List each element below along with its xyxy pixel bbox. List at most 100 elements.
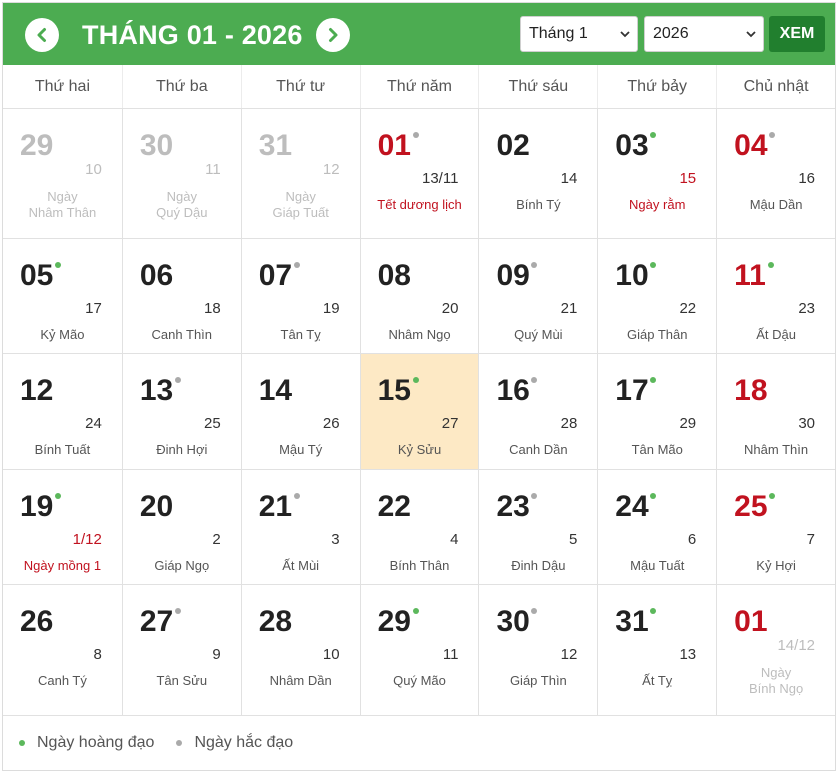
- day-cell[interactable]: 12 24 Bính Tuất: [3, 354, 122, 469]
- next-month-button[interactable]: [316, 18, 350, 52]
- good-day-dot-icon: [769, 493, 776, 499]
- month-select[interactable]: Tháng 1: [520, 16, 638, 52]
- day-cell[interactable]: 16 28 Canh Dần: [478, 354, 597, 469]
- lunar-day: 18: [204, 300, 221, 317]
- day-cell[interactable]: 20 2 Giáp Ngọ: [121, 470, 241, 584]
- bad-day-dot-icon: [412, 132, 419, 138]
- day-cell[interactable]: 14 26 Mậu Tý: [240, 354, 360, 469]
- day-canchi: Nhâm Ngọ: [388, 327, 451, 342]
- lunar-day: 2: [212, 531, 221, 548]
- solar-day-number: 09: [496, 259, 530, 292]
- legend-good-label: Ngày hoàng đạo: [37, 734, 155, 751]
- year-select-value: 2026: [653, 25, 689, 42]
- day-cell[interactable]: 31 12 Ngày Giáp Tuất: [240, 109, 360, 238]
- good-day-dot-icon: [650, 132, 657, 138]
- bad-day-dot-icon: [293, 493, 300, 499]
- lunar-day: 8: [93, 646, 102, 663]
- day-canchi: Bính Tý: [516, 197, 561, 212]
- solar-day-number: 05: [20, 259, 54, 292]
- week-row: 29 10 Ngày Nhâm Thân 30 11 Ngày Quý Dậu 31 12 Ng…: [3, 109, 835, 239]
- lunar-day: 19: [322, 300, 340, 317]
- day-cell[interactable]: 05 17 Kỷ Mão: [3, 239, 122, 353]
- lunar-day: 6: [687, 531, 697, 548]
- day-cell[interactable]: 21 3 Ất Mùi: [240, 470, 360, 584]
- day-canchi: Ngày rằm: [629, 197, 686, 212]
- day-cell[interactable]: 27 9 Tân Sửu: [121, 585, 241, 715]
- day-cell[interactable]: 18 30 Nhâm Thìn: [716, 354, 835, 469]
- solar-day-number: 01: [377, 129, 411, 162]
- day-cell[interactable]: 24 6 Mậu Tuất: [597, 470, 716, 584]
- solar-day-number: 11: [734, 259, 766, 292]
- day-cell[interactable]: 02 14 Bính Tý: [478, 109, 597, 238]
- month-select-value: Tháng 1: [529, 25, 588, 42]
- day-canchi: Ất Mùi: [282, 558, 320, 573]
- lunar-day: 24: [85, 415, 102, 432]
- calendar-header: THÁNG 01 - 2026 Tháng 1 2026 XEM: [3, 3, 835, 65]
- legend: Ngày hoàng đạo Ngày hắc đạo: [3, 716, 835, 770]
- good-day-dot-icon: [650, 608, 657, 614]
- page-title: THÁNG 01 - 2026: [82, 20, 303, 50]
- day-cell[interactable]: 17 29 Tân Mão: [597, 354, 716, 469]
- day-cell[interactable]: 19 1/12 Ngày mồng 1: [3, 470, 122, 584]
- day-canchi: Tân Sửu: [156, 673, 208, 688]
- solar-day-number: 03: [615, 129, 649, 162]
- weekday-label: Thứ bảy: [597, 65, 716, 108]
- bad-day-dot-icon: [531, 493, 538, 499]
- solar-day-number: 29: [377, 605, 411, 638]
- day-cell[interactable]: 01 13/11 Tết dương lịch: [359, 109, 479, 238]
- day-cell[interactable]: 03 15 Ngày rằm: [597, 109, 716, 238]
- day-cell[interactable]: 01 14/12 Ngày Bính Ngọ: [716, 585, 835, 715]
- day-cell[interactable]: 08 20 Nhâm Ngọ: [359, 239, 479, 353]
- day-cell[interactable]: 23 5 Đinh Dậu: [478, 470, 597, 584]
- week-row: 26 8 Canh Tý 27 9 Tân Sửu 28 10 Nhâm Dần 29 11 Quý …: [3, 585, 835, 716]
- lunar-day: 9: [212, 646, 221, 663]
- solar-day-number: 30: [496, 605, 530, 638]
- solar-day-number: 30: [139, 129, 174, 162]
- day-cell[interactable]: 29 10 Ngày Nhâm Thân: [3, 109, 122, 238]
- day-canchi: Quý Mùi: [514, 327, 563, 342]
- solar-day-number: 10: [615, 259, 649, 292]
- day-cell[interactable]: 07 19 Tân Tỵ: [240, 239, 360, 353]
- day-cell[interactable]: 29 11 Quý Mão: [359, 585, 479, 715]
- solar-day-number: 02: [496, 129, 530, 162]
- good-day-dot-icon: [412, 377, 419, 383]
- lunar-day: 26: [322, 415, 340, 432]
- good-day-dot-icon: [650, 262, 657, 268]
- lunar-day: 14/12: [777, 637, 816, 654]
- solar-day-number: 15: [377, 374, 411, 407]
- view-button[interactable]: XEM: [769, 16, 825, 52]
- good-day-dot-icon: [412, 608, 419, 614]
- day-cell[interactable]: 06 18 Canh Thìn: [121, 239, 241, 353]
- prev-month-button[interactable]: [25, 18, 59, 52]
- lunar-day: 13: [679, 646, 697, 663]
- day-canchi: Tân Mão: [631, 442, 683, 457]
- lunar-day: 15: [679, 170, 697, 187]
- day-cell[interactable]: 30 11 Ngày Quý Dậu: [121, 109, 241, 238]
- day-cell[interactable]: 31 13 Ất Tỵ: [597, 585, 716, 715]
- day-cell[interactable]: 04 16 Mậu Dần: [716, 109, 835, 238]
- day-canchi: Tết dương lịch: [377, 197, 462, 212]
- day-cell[interactable]: 26 8 Canh Tý: [3, 585, 122, 715]
- day-canchi: Giáp Thân: [626, 327, 688, 342]
- day-cell[interactable]: 22 4 Bính Thân: [359, 470, 479, 584]
- day-canchi: Mậu Tý: [279, 442, 323, 457]
- day-cell[interactable]: 25 7 Kỷ Hợi: [716, 470, 835, 584]
- day-cell[interactable]: 13 25 Đinh Hợi: [121, 354, 241, 469]
- year-select[interactable]: 2026: [644, 16, 764, 52]
- day-canchi: Ất Dậu: [756, 327, 796, 342]
- lunar-day: 14: [560, 170, 578, 187]
- day-canchi: Quý Mão: [393, 673, 446, 688]
- day-cell-today[interactable]: 15 27 Kỷ Sửu: [359, 354, 479, 469]
- day-cell[interactable]: 11 23 Ất Dậu: [716, 239, 835, 353]
- day-cell[interactable]: 30 12 Giáp Thìn: [478, 585, 597, 715]
- solar-day-number: 07: [258, 259, 293, 292]
- day-cell[interactable]: 09 21 Quý Mùi: [478, 239, 597, 353]
- day-cell[interactable]: 10 22 Giáp Thân: [597, 239, 716, 353]
- week-row: 12 24 Bính Tuất 13 25 Đinh Hợi 14 26 Mậu Tý 15 27 K…: [3, 354, 835, 470]
- day-canchi: Đinh Dậu: [511, 558, 566, 573]
- lunar-day: 22: [679, 300, 697, 317]
- bad-day-dot-icon: [293, 262, 300, 268]
- day-cell[interactable]: 28 10 Nhâm Dần: [240, 585, 360, 715]
- day-canchi: Ngày Nhâm Thân: [28, 189, 97, 220]
- good-day-dot-icon: [55, 262, 61, 268]
